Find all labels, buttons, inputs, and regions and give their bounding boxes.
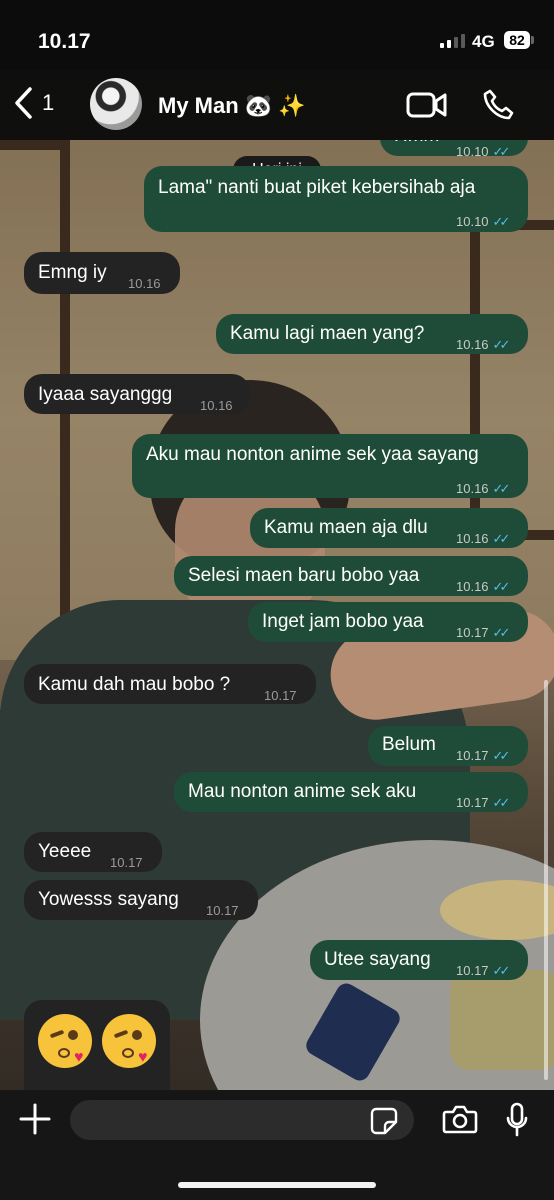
status-time: 10.17	[38, 30, 91, 53]
emoji-message-bubble[interactable]: ♥ ♥	[24, 1000, 170, 1090]
read-ticks-icon: ✓✓	[492, 481, 511, 496]
message-text: Aku mau nonton anime sek yaa sayang	[146, 444, 479, 465]
read-ticks-icon: ✓✓	[492, 144, 511, 159]
message-meta: 10.17 ✓✓	[456, 959, 511, 983]
read-ticks-icon: ✓✓	[492, 795, 511, 810]
sticker-icon[interactable]	[370, 1107, 398, 1135]
contact-name[interactable]: My Man 🐼 ✨	[158, 93, 306, 119]
message-bubble-outgoing[interactable]: Mau nonton anime sek aku 10.17 ✓✓	[174, 772, 528, 812]
message-text: Iyaaa sayanggg	[38, 384, 173, 405]
message-bubble-incoming[interactable]: Iyaaa sayanggg 10.16	[24, 374, 250, 414]
message-meta: 10.16	[128, 272, 161, 296]
read-ticks-icon: ✓✓	[492, 337, 511, 352]
battery-icon: 82	[504, 31, 530, 49]
message-time: 10.10	[456, 144, 489, 159]
chat-header: 1 My Man 🐼 ✨	[0, 70, 554, 140]
camera-icon[interactable]	[442, 1104, 478, 1134]
unread-count: 1	[42, 90, 55, 115]
chevron-left-icon	[15, 87, 32, 119]
plus-icon[interactable]	[18, 1102, 52, 1136]
message-input-bar	[0, 1090, 554, 1200]
message-bubble-outgoing[interactable]: Belum 10.17 ✓✓	[368, 726, 528, 766]
phone-call-icon[interactable]	[482, 88, 514, 120]
message-text: Kamu maen aja dlu	[264, 517, 428, 538]
video-call-icon[interactable]	[406, 90, 448, 120]
microphone-icon[interactable]	[505, 1102, 529, 1138]
message-meta: 10.16 ✓✓	[456, 333, 511, 357]
message-time: 10.16	[200, 398, 233, 413]
read-ticks-icon: ✓✓	[492, 748, 511, 763]
read-ticks-icon: ✓✓	[492, 579, 511, 594]
message-bubble-outgoing[interactable]: Hmm 10.10✓✓	[380, 140, 528, 159]
message-text: Lama" nanti buat piket kebersihab aja	[158, 177, 476, 198]
contact-avatar[interactable]	[90, 78, 142, 130]
message-time: 10.17	[456, 625, 489, 640]
message-time: 10.16	[456, 337, 489, 352]
message-text: Yeeee	[38, 841, 92, 862]
message-text: Belum	[382, 734, 436, 755]
message-time: 10.17	[206, 903, 239, 918]
chat-scrollbar[interactable]	[544, 680, 548, 1080]
message-meta: 10.16 ✓✓	[456, 527, 511, 551]
message-meta: 10.10 ✓✓	[456, 210, 511, 234]
message-time: 10.17	[456, 963, 489, 978]
message-bubble-incoming[interactable]: Yeeee 10.17	[24, 832, 162, 872]
message-list[interactable]: Hmm 10.10✓✓ Hari ini Lama" nanti buat pi…	[0, 140, 554, 1090]
message-meta: 10.16 ✓✓	[456, 575, 511, 599]
message-text: Kamu dah mau bobo ?	[38, 674, 231, 695]
home-indicator[interactable]	[178, 1182, 376, 1188]
message-meta: 10.17 ✓✓	[456, 744, 511, 768]
face-blowing-a-kiss-icon: ♥	[102, 1014, 156, 1068]
message-time: 10.16	[456, 481, 489, 496]
message-bubble-incoming[interactable]: Yowesss sayang 10.17	[24, 880, 258, 920]
message-text: Yowesss sayang	[38, 889, 179, 910]
read-ticks-icon: ✓✓	[492, 963, 511, 978]
message-meta: 10.16	[200, 394, 233, 418]
read-ticks-icon: ✓✓	[492, 625, 511, 640]
message-meta: 10.10 ✓✓	[456, 140, 511, 164]
read-ticks-icon: ✓✓	[492, 531, 511, 546]
message-meta: 10.17	[110, 851, 143, 875]
message-time: 10.17	[456, 748, 489, 763]
message-bubble-outgoing[interactable]: Kamu maen aja dlu 10.16 ✓✓	[250, 508, 528, 548]
message-time: 10.10	[456, 214, 489, 229]
message-meta: 10.16 ✓✓	[456, 477, 511, 501]
message-time: 10.16	[456, 531, 489, 546]
message-meta: 10.17	[206, 899, 239, 923]
message-meta: 10.17 ✓✓	[456, 791, 511, 815]
message-bubble-outgoing[interactable]: Selesi maen baru bobo yaa 10.16 ✓✓	[174, 556, 528, 596]
message-time: 10.17	[110, 855, 143, 870]
message-meta: 10.17	[264, 684, 297, 708]
message-text: Kamu lagi maen yang?	[230, 323, 425, 344]
message-bubble-incoming[interactable]: Emng iy 10.16	[24, 252, 180, 294]
message-bubble-outgoing[interactable]: Inget jam bobo yaa 10.17 ✓✓	[248, 602, 528, 642]
message-bubble-outgoing[interactable]: Kamu lagi maen yang? 10.16 ✓✓	[216, 314, 528, 354]
message-time: 10.16	[456, 579, 489, 594]
message-time: 10.16	[128, 276, 161, 291]
battery-level: 82	[509, 32, 525, 48]
message-bubble-outgoing[interactable]: Lama" nanti buat piket kebersihab aja 10…	[144, 166, 528, 232]
message-bubble-outgoing[interactable]: Aku mau nonton anime sek yaa sayang 10.1…	[132, 434, 528, 498]
face-blowing-a-kiss-icon: ♥	[38, 1014, 92, 1068]
message-text: Emng iy	[38, 262, 107, 283]
signal-strength-icon	[440, 33, 465, 48]
network-type: 4G	[472, 32, 495, 51]
message-text: Mau nonton anime sek aku	[188, 781, 417, 802]
message-text: Selesi maen baru bobo yaa	[188, 565, 420, 586]
message-text: Inget jam bobo yaa	[262, 611, 424, 632]
read-ticks-icon: ✓✓	[492, 214, 511, 229]
message-text: Hmm	[394, 140, 439, 148]
message-text: Utee sayang	[324, 949, 431, 970]
message-input[interactable]	[70, 1100, 414, 1140]
message-meta: 10.17 ✓✓	[456, 621, 511, 645]
message-time: 10.17	[264, 688, 297, 703]
battery-tip	[531, 36, 534, 44]
message-bubble-outgoing[interactable]: Utee sayang 10.17 ✓✓	[310, 940, 528, 980]
message-bubble-incoming[interactable]: Kamu dah mau bobo ? 10.17	[24, 664, 316, 704]
back-button[interactable]: 1	[12, 86, 54, 120]
message-time: 10.17	[456, 795, 489, 810]
status-bar: 10.17 4G 82	[0, 0, 554, 70]
